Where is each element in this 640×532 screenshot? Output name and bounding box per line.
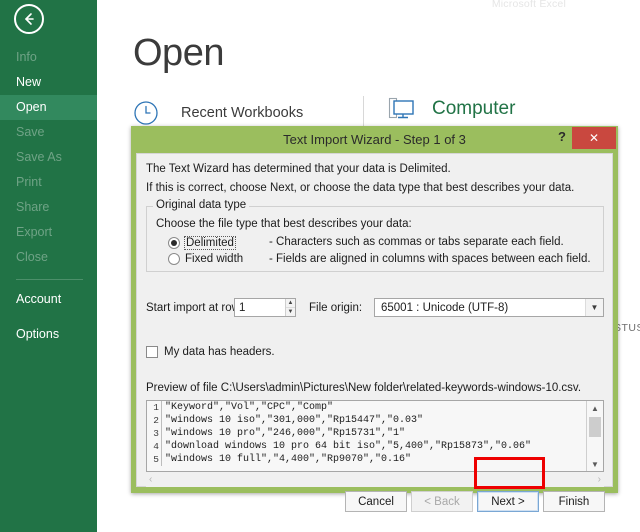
recent-workbooks-entry[interactable]: Recent Workbooks xyxy=(133,100,303,126)
start-row-stepper[interactable]: ▲ ▼ xyxy=(234,298,296,317)
back-arrow-icon xyxy=(25,13,34,25)
preview-row-number: 3 xyxy=(147,427,162,440)
preview-row: 1 "Keyword","Vol","CPC","Comp" xyxy=(147,401,586,414)
radio-delimited-label: Delimited xyxy=(184,236,236,250)
radio-fixed-width[interactable]: Fixed width xyxy=(168,253,243,265)
dialog-body: The Text Wizard has determined that your… xyxy=(136,153,613,512)
intro-line-2: If this is correct, choose Next, or choo… xyxy=(146,182,575,194)
scroll-down-icon[interactable]: ▼ xyxy=(587,457,603,471)
recent-workbooks-label: Recent Workbooks xyxy=(181,105,304,121)
preview-row-number: 5 xyxy=(147,453,162,466)
headers-checkbox[interactable]: My data has headers. xyxy=(146,346,275,358)
sidebar-item-info[interactable]: Info xyxy=(0,45,97,70)
preview-row-text: "windows 10 full","4,400","Rp9070","0.16… xyxy=(165,454,412,465)
cancel-button[interactable]: Cancel xyxy=(345,491,407,512)
sidebar-item-export[interactable]: Export xyxy=(0,220,97,245)
sidebar-item-options[interactable]: Options xyxy=(0,322,97,347)
sidebar-item-save[interactable]: Save xyxy=(0,120,97,145)
help-button[interactable]: ? xyxy=(554,129,570,144)
dialog-titlebar[interactable]: Text Import Wizard - Step 1 of 3 xyxy=(131,126,618,152)
preview-row: 5 "windows 10 full","4,400","Rp9070","0.… xyxy=(147,453,586,466)
scroll-up-icon[interactable]: ▲ xyxy=(587,401,603,415)
sidebar-item-close[interactable]: Close xyxy=(0,245,97,270)
preview-row-text: "windows 10 iso","301,000","Rp15447","0.… xyxy=(165,415,424,426)
preview-pane: 1 "Keyword","Vol","CPC","Comp" 2 "window… xyxy=(146,400,604,472)
preview-row-number: 1 xyxy=(147,401,162,414)
radio-delimited-indicator xyxy=(168,237,180,249)
headers-checkbox-box xyxy=(146,346,158,358)
preview-row-number: 2 xyxy=(147,414,162,427)
app-window: Info New Open Save Save As Print Share E… xyxy=(0,0,640,532)
back-button[interactable] xyxy=(14,4,44,34)
computer-entry[interactable]: Computer xyxy=(388,96,515,122)
start-row-input[interactable] xyxy=(235,298,285,317)
file-origin-label: File origin: xyxy=(309,302,363,314)
radio-fixed-width-label: Fixed width xyxy=(185,253,244,265)
back-step-button: < Back xyxy=(411,491,473,512)
preview-row-number: 4 xyxy=(147,440,162,453)
group-caption: Original data type xyxy=(153,199,250,211)
computer-label: Computer xyxy=(432,98,516,119)
sidebar-item-open[interactable]: Open xyxy=(0,95,97,120)
radio-fixed-width-description: - Fields are aligned in columns with spa… xyxy=(269,253,591,265)
stepper-down-icon[interactable]: ▼ xyxy=(286,308,295,316)
preview-row: 3 "windows 10 pro","246,000","Rp15731","… xyxy=(147,427,586,440)
sidebar-item-print[interactable]: Print xyxy=(0,170,97,195)
intro-line-1: The Text Wizard has determined that your… xyxy=(146,163,451,175)
vertical-scroll-thumb[interactable] xyxy=(589,417,601,437)
page-title: Open xyxy=(133,32,224,74)
chevron-down-icon[interactable]: ▼ xyxy=(585,299,603,316)
headers-checkbox-label: My data has headers. xyxy=(164,346,275,358)
dialog-title-text: Text Import Wizard - Step 1 of 3 xyxy=(283,131,466,147)
sidebar-item-new[interactable]: New xyxy=(0,70,97,95)
backstage-menu: Info New Open Save Save As Print Share E… xyxy=(0,45,97,347)
preview-label: Preview of file C:\Users\admin\Pictures\… xyxy=(146,382,582,394)
start-row-label: Start import at row: xyxy=(146,302,244,314)
text-import-wizard-dialog: Text Import Wizard - Step 1 of 3 ? ✕ The… xyxy=(131,126,618,512)
preview-row: 2 "windows 10 iso","301,000","Rp15447","… xyxy=(147,414,586,427)
stepper-buttons[interactable]: ▲ ▼ xyxy=(285,299,295,316)
preview-row-text: "windows 10 pro","246,000","Rp15731","1" xyxy=(165,428,406,439)
preview-rows: 1 "Keyword","Vol","CPC","Comp" 2 "window… xyxy=(147,401,586,471)
radio-delimited[interactable]: Delimited xyxy=(168,236,236,250)
file-origin-value: 65001 : Unicode (UTF-8) xyxy=(381,301,509,314)
scroll-right-icon[interactable]: › xyxy=(595,474,604,485)
preview-row-text: "download windows 10 pro 64 bit iso","5,… xyxy=(165,441,532,452)
next-button[interactable]: Next > xyxy=(477,491,539,512)
backstage-sidebar: Info New Open Save Save As Print Share E… xyxy=(0,0,97,532)
clock-icon xyxy=(134,101,158,125)
sidebar-item-share[interactable]: Share xyxy=(0,195,97,220)
computer-monitor-icon xyxy=(388,97,414,119)
sidebar-item-save-as[interactable]: Save As xyxy=(0,145,97,170)
close-icon: ✕ xyxy=(588,131,600,145)
preview-vertical-scrollbar[interactable]: ▲ ▼ xyxy=(586,401,603,471)
preview-row-text: "Keyword","Vol","CPC","Comp" xyxy=(165,402,334,413)
radio-fixed-width-indicator xyxy=(168,253,180,265)
finish-button[interactable]: Finish xyxy=(543,491,605,512)
preview-horizontal-scrollbar[interactable]: ‹ › xyxy=(146,472,604,487)
radio-delimited-description: - Characters such as commas or tabs sepa… xyxy=(269,236,564,248)
app-brand-label: Microsoft Excel xyxy=(491,0,566,10)
group-prompt: Choose the file type that best describes… xyxy=(156,218,412,230)
vertical-scroll-track[interactable] xyxy=(587,415,603,457)
sidebar-divider xyxy=(16,279,83,280)
scroll-left-icon[interactable]: ‹ xyxy=(146,474,155,485)
sidebar-item-account[interactable]: Account xyxy=(0,287,97,312)
stepper-up-icon[interactable]: ▲ xyxy=(286,299,295,308)
file-origin-select[interactable]: 65001 : Unicode (UTF-8) ▼ xyxy=(374,298,604,317)
close-button[interactable]: ✕ xyxy=(572,127,616,149)
preview-row: 4 "download windows 10 pro 64 bit iso","… xyxy=(147,440,586,453)
